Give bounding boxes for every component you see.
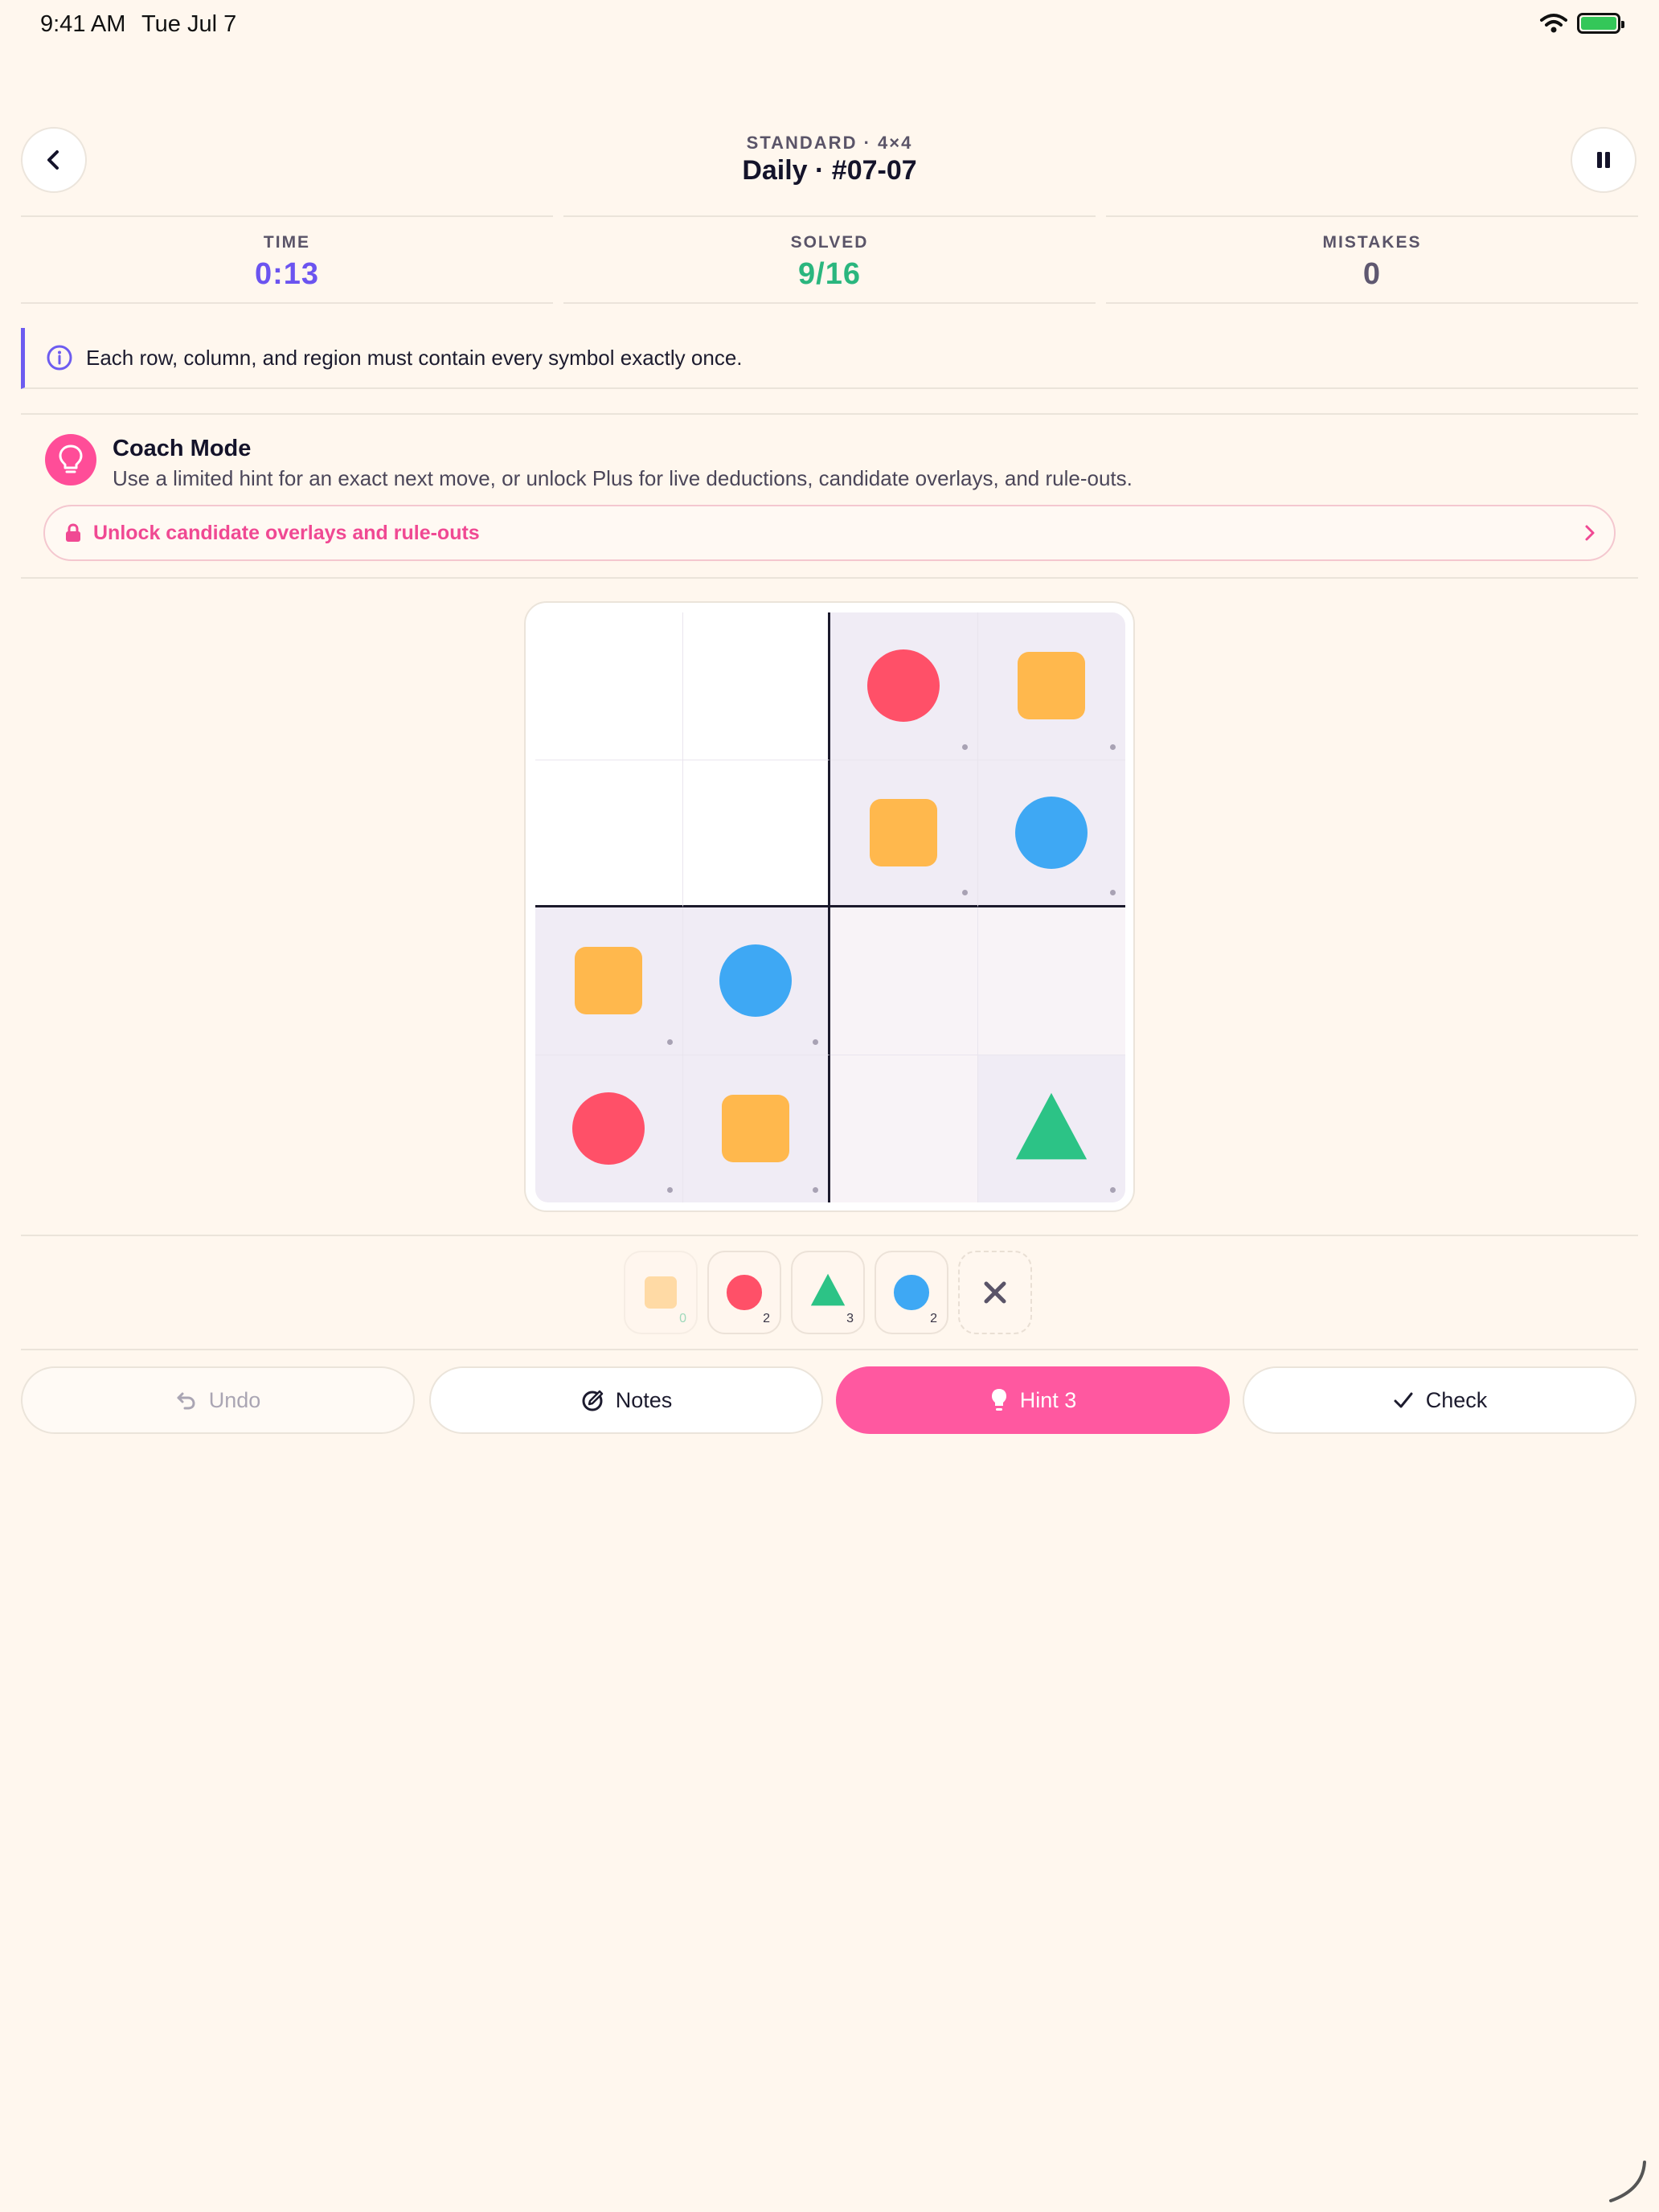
board-cell-r1-c4[interactable] [977, 612, 1125, 760]
lightbulb-icon [45, 434, 96, 485]
board-cell-r2-c4[interactable] [977, 760, 1125, 907]
given-marker [666, 1187, 673, 1193]
orange-square-icon [644, 1276, 678, 1309]
puzzle-mode-label: STANDARD · 4×4 [746, 133, 913, 153]
board-cell-r1-c2[interactable] [682, 612, 830, 760]
stat-mistakes: MISTAKES 0 [1106, 215, 1638, 304]
orange-square-icon [721, 1095, 789, 1163]
info-icon [47, 345, 72, 371]
notes-button[interactable]: Notes [429, 1366, 823, 1434]
stat-solved-value: 9/16 [798, 257, 861, 291]
board-cell-r4-c2[interactable] [682, 1055, 830, 1202]
rule-banner: Each row, column, and region must contai… [21, 328, 1638, 389]
red-circle-icon [867, 649, 940, 723]
board-cell-r3-c3[interactable] [830, 907, 978, 1055]
palette-circle-blue-button[interactable]: 2 [875, 1251, 948, 1334]
check-label: Check [1425, 1387, 1488, 1412]
board-cell-r4-c1[interactable] [535, 1055, 683, 1202]
rule-text: Each row, column, and region must contai… [86, 345, 743, 370]
stats-bar: TIME 0:13 SOLVED 9/16 MISTAKES 0 [21, 215, 1638, 304]
given-marker [813, 1187, 818, 1193]
undo-icon [177, 1392, 195, 1410]
palette-circle-red-button[interactable]: 2 [707, 1251, 781, 1334]
board-grid [535, 612, 1125, 1202]
stat-solved: SOLVED 9/16 [563, 215, 1096, 304]
red-circle-icon [727, 1275, 762, 1310]
board-cell-r1-c1[interactable] [535, 612, 683, 760]
stat-solved-label: SOLVED [790, 233, 869, 252]
checkmark-icon [1394, 1392, 1413, 1408]
given-marker [961, 890, 968, 895]
palette-triangle-green-button[interactable]: 3 [791, 1251, 865, 1334]
green-triangle-icon [1013, 1088, 1090, 1169]
page-title: Daily · #07-07 [742, 155, 917, 186]
unlock-label: Unlock candidate overlays and rule-outs [93, 521, 480, 544]
stat-time: TIME 0:13 [21, 215, 553, 304]
board-cell-r2-c2[interactable] [682, 760, 830, 907]
palette-erase-button[interactable] [958, 1251, 1032, 1334]
board-cell-r3-c1[interactable] [535, 907, 683, 1055]
board-cell-r4-c3[interactable] [830, 1055, 978, 1202]
given-marker [813, 1038, 818, 1045]
lock-icon [66, 523, 80, 542]
green-triangle-icon [809, 1272, 846, 1313]
palette-square-orange-button[interactable]: 0 [624, 1251, 698, 1334]
pause-icon [1597, 152, 1610, 168]
given-marker [666, 1038, 673, 1045]
stat-time-value: 0:13 [254, 257, 320, 291]
blue-circle-icon [894, 1275, 929, 1310]
notes-pencil-icon [582, 1390, 603, 1411]
stat-time-label: TIME [263, 233, 311, 252]
given-marker [1110, 1187, 1116, 1193]
status-time: 9:41 AM [40, 11, 126, 37]
given-marker [1110, 743, 1116, 750]
stat-mistakes-label: MISTAKES [1322, 233, 1422, 252]
symbol-palette: 0 2 3 2 [624, 1251, 1035, 1334]
orange-square-icon [575, 947, 643, 1015]
status-bar: 9:41 AM Tue Jul 7 [0, 0, 1659, 53]
notes-label: Notes [615, 1387, 673, 1412]
coach-description: Use a limited hint for an exact next mov… [113, 466, 1133, 490]
wifi-icon [1540, 14, 1567, 33]
orange-square-icon [1018, 652, 1086, 720]
hint-label: Hint 3 [1019, 1387, 1077, 1412]
chevron-right-icon [1585, 525, 1595, 541]
palette-count: 3 [846, 1312, 854, 1325]
divider [21, 1235, 1638, 1236]
palette-count: 2 [763, 1312, 770, 1325]
board-cell-r2-c1[interactable] [535, 760, 683, 907]
palette-count: 0 [679, 1312, 686, 1325]
blue-circle-icon [719, 944, 792, 1018]
board-cell-r4-c4[interactable] [977, 1055, 1125, 1202]
red-circle-icon [572, 1092, 645, 1165]
unlock-plus-button[interactable]: Unlock candidate overlays and rule-outs [43, 505, 1616, 561]
battery-charging-icon [1577, 13, 1624, 34]
close-icon [984, 1281, 1006, 1304]
board-cell-r3-c2[interactable] [682, 907, 830, 1055]
divider [21, 1349, 1638, 1350]
undo-label: Undo [208, 1387, 261, 1412]
pause-button[interactable] [1571, 127, 1636, 193]
given-marker [1110, 890, 1116, 895]
coach-title: Coach Mode [113, 436, 252, 461]
given-marker [961, 743, 968, 750]
lightbulb-icon [991, 1389, 1006, 1411]
board-cell-r1-c3[interactable] [830, 612, 978, 760]
check-button[interactable]: Check [1243, 1366, 1636, 1434]
undo-button[interactable]: Undo [21, 1366, 415, 1434]
stat-mistakes-value: 0 [1362, 257, 1382, 291]
palette-count: 2 [930, 1312, 937, 1325]
home-indicator [1609, 2161, 1646, 2202]
hint-button[interactable]: Hint 3 [836, 1366, 1230, 1434]
status-date: Tue Jul 7 [141, 11, 237, 37]
orange-square-icon [870, 798, 938, 866]
blue-circle-icon [1015, 796, 1088, 869]
puzzle-board [524, 601, 1135, 1212]
status-icons [1540, 13, 1624, 34]
board-cell-r3-c4[interactable] [977, 907, 1125, 1055]
coach-mode-card: Coach Mode Use a limited hint for an exa… [21, 413, 1638, 579]
board-cell-r2-c3[interactable] [830, 760, 978, 907]
